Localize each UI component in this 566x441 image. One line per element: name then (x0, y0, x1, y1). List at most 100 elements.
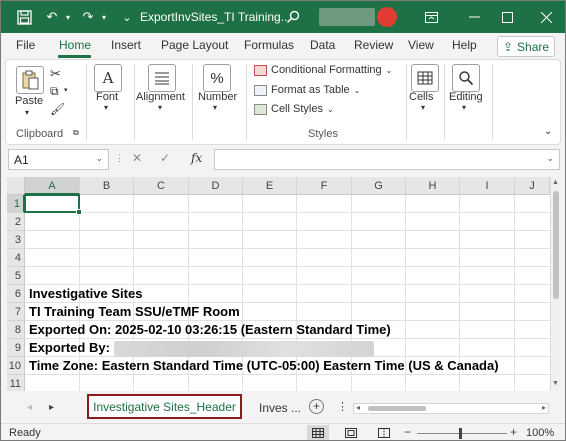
row-header-4[interactable]: 4 (7, 249, 25, 267)
scroll-up-icon[interactable]: ▲ (552, 179, 559, 186)
font-icon[interactable]: A (94, 64, 122, 92)
ribbon-display-icon[interactable] (419, 5, 443, 29)
save-icon[interactable] (15, 8, 33, 26)
cell-a7[interactable]: TI Training Team SSU/eTMF Room (29, 304, 240, 319)
tab-data[interactable]: Data (310, 38, 335, 52)
vertical-scrollbar[interactable]: ▲ ▼ (550, 177, 560, 391)
column-header-f[interactable]: F (297, 177, 352, 195)
editing-dropdown-icon[interactable]: ▾ (462, 103, 466, 112)
search-icon[interactable] (284, 8, 302, 26)
row-header-7[interactable]: 7 (7, 303, 25, 321)
format-painter-icon[interactable]: 🖌 (50, 102, 65, 116)
column-header-d[interactable]: D (189, 177, 243, 195)
clipboard-launcher-icon[interactable]: ⧉ (73, 128, 79, 138)
cancel-entry-icon[interactable]: ✕ (132, 151, 142, 165)
cells-icon[interactable] (411, 64, 439, 92)
column-header-c[interactable]: C (134, 177, 189, 195)
zoom-slider-thumb[interactable] (459, 428, 462, 439)
column-header-j[interactable]: J (515, 177, 550, 195)
record-icon[interactable] (377, 7, 397, 27)
copy-dropdown-icon[interactable]: ▾ (64, 86, 68, 94)
alignment-icon[interactable] (148, 64, 176, 92)
row-header-5[interactable]: 5 (7, 267, 25, 285)
number-button[interactable]: Number (198, 91, 237, 103)
minimize-icon[interactable] (462, 5, 486, 29)
scroll-left-icon[interactable]: ◂ (356, 403, 360, 412)
format-as-table-button[interactable]: Format as Table ⌄ (254, 84, 360, 96)
row-header-2[interactable]: 2 (7, 213, 25, 231)
share-button[interactable]: ⇪ Share (497, 36, 555, 57)
active-cell-a1[interactable] (24, 194, 82, 215)
scroll-right-icon[interactable]: ▸ (542, 403, 546, 412)
number-dropdown-icon[interactable]: ▾ (213, 103, 217, 112)
editing-button[interactable]: Editing (449, 91, 483, 103)
zoom-level[interactable]: 100% (526, 427, 554, 439)
page-layout-view-icon[interactable] (340, 425, 362, 440)
tab-file[interactable]: File (16, 38, 35, 52)
column-header-h[interactable]: H (406, 177, 460, 195)
maximize-icon[interactable] (495, 5, 519, 29)
zoom-in-icon[interactable]: + (510, 425, 517, 439)
alignment-button[interactable]: Alignment (136, 91, 185, 103)
paste-dropdown-icon[interactable]: ▾ (25, 108, 29, 117)
row-header-9[interactable]: 9 (7, 339, 25, 357)
cell-a8[interactable]: Exported On: 2025-02-10 03:26:15 (Easter… (29, 322, 391, 337)
previous-sheet-icon[interactable]: ◂ (27, 402, 32, 413)
paste-button[interactable]: Paste (15, 95, 43, 107)
close-icon[interactable] (534, 5, 558, 29)
fill-handle[interactable] (76, 209, 82, 215)
cell-a10[interactable]: Time Zone: Eastern Standard Time (UTC-05… (29, 358, 499, 373)
more-sheets-icon[interactable]: ⋮ (337, 400, 348, 413)
confirm-entry-icon[interactable]: ✓ (160, 151, 170, 165)
sheet-tab-investigative-sites[interactable]: Inves ... (259, 401, 301, 415)
alignment-dropdown-icon[interactable]: ▾ (158, 103, 162, 112)
select-all-corner[interactable] (7, 177, 25, 195)
tab-review[interactable]: Review (354, 38, 393, 52)
tab-home[interactable]: Home (59, 38, 91, 52)
zoom-out-icon[interactable]: − (404, 425, 411, 439)
redo-dropdown-icon[interactable]: ▾ (95, 8, 113, 26)
tab-insert[interactable]: Insert (111, 38, 141, 52)
row-header-10[interactable]: 10 (7, 357, 25, 375)
undo-dropdown-icon[interactable]: ▾ (59, 8, 77, 26)
customize-toolbar-icon[interactable]: ⌄ (118, 8, 136, 26)
tab-help[interactable]: Help (452, 38, 477, 52)
sheet-tab-investigative-sites-header[interactable]: Investigative Sites_Header (87, 394, 242, 419)
column-header-b[interactable]: B (80, 177, 134, 195)
font-dropdown-icon[interactable]: ▾ (104, 103, 108, 112)
horizontal-scrollbar[interactable]: ◂ ▸ (353, 403, 549, 414)
tab-formulas[interactable]: Formulas (244, 38, 294, 52)
worksheet-grid[interactable]: A B C D E F G H I J 1 2 3 4 5 6 7 8 9 10… (7, 177, 560, 391)
next-sheet-icon[interactable]: ▸ (49, 402, 54, 413)
tab-view[interactable]: View (408, 38, 434, 52)
add-sheet-icon[interactable]: + (309, 399, 324, 414)
column-header-a[interactable]: A (25, 177, 80, 195)
row-header-11[interactable]: 11 (7, 375, 25, 391)
row-header-1[interactable]: 1 (7, 195, 25, 213)
cell-a9[interactable]: Exported By: (29, 340, 374, 357)
paste-icon[interactable] (16, 66, 44, 94)
conditional-formatting-button[interactable]: Conditional Formatting ⌄ (254, 64, 392, 76)
tab-page-layout[interactable]: Page Layout (161, 38, 228, 52)
row-header-6[interactable]: 6 (7, 285, 25, 303)
collapse-ribbon-icon[interactable]: ⌄ (544, 126, 552, 137)
number-format-icon[interactable]: % (203, 64, 231, 92)
vertical-scroll-thumb[interactable] (553, 191, 559, 299)
page-break-preview-icon[interactable] (373, 425, 395, 440)
editing-icon[interactable] (452, 64, 480, 92)
column-header-i[interactable]: I (460, 177, 515, 195)
row-header-8[interactable]: 8 (7, 321, 25, 339)
normal-view-icon[interactable] (307, 425, 329, 440)
zoom-slider[interactable] (417, 433, 507, 434)
column-header-e[interactable]: E (243, 177, 297, 195)
formula-input[interactable]: ⌄ (214, 149, 560, 170)
row-header-3[interactable]: 3 (7, 231, 25, 249)
horizontal-scroll-thumb[interactable] (368, 406, 426, 411)
cell-styles-button[interactable]: Cell Styles ⌄ (254, 103, 334, 115)
cells-button[interactable]: Cells (409, 91, 433, 103)
cut-icon[interactable]: ✂ (50, 66, 61, 82)
cells-dropdown-icon[interactable]: ▾ (421, 103, 425, 112)
name-box[interactable]: A1 ⌄ (8, 149, 109, 170)
font-button[interactable]: Font (96, 91, 118, 103)
scroll-down-icon[interactable]: ▼ (552, 380, 559, 387)
